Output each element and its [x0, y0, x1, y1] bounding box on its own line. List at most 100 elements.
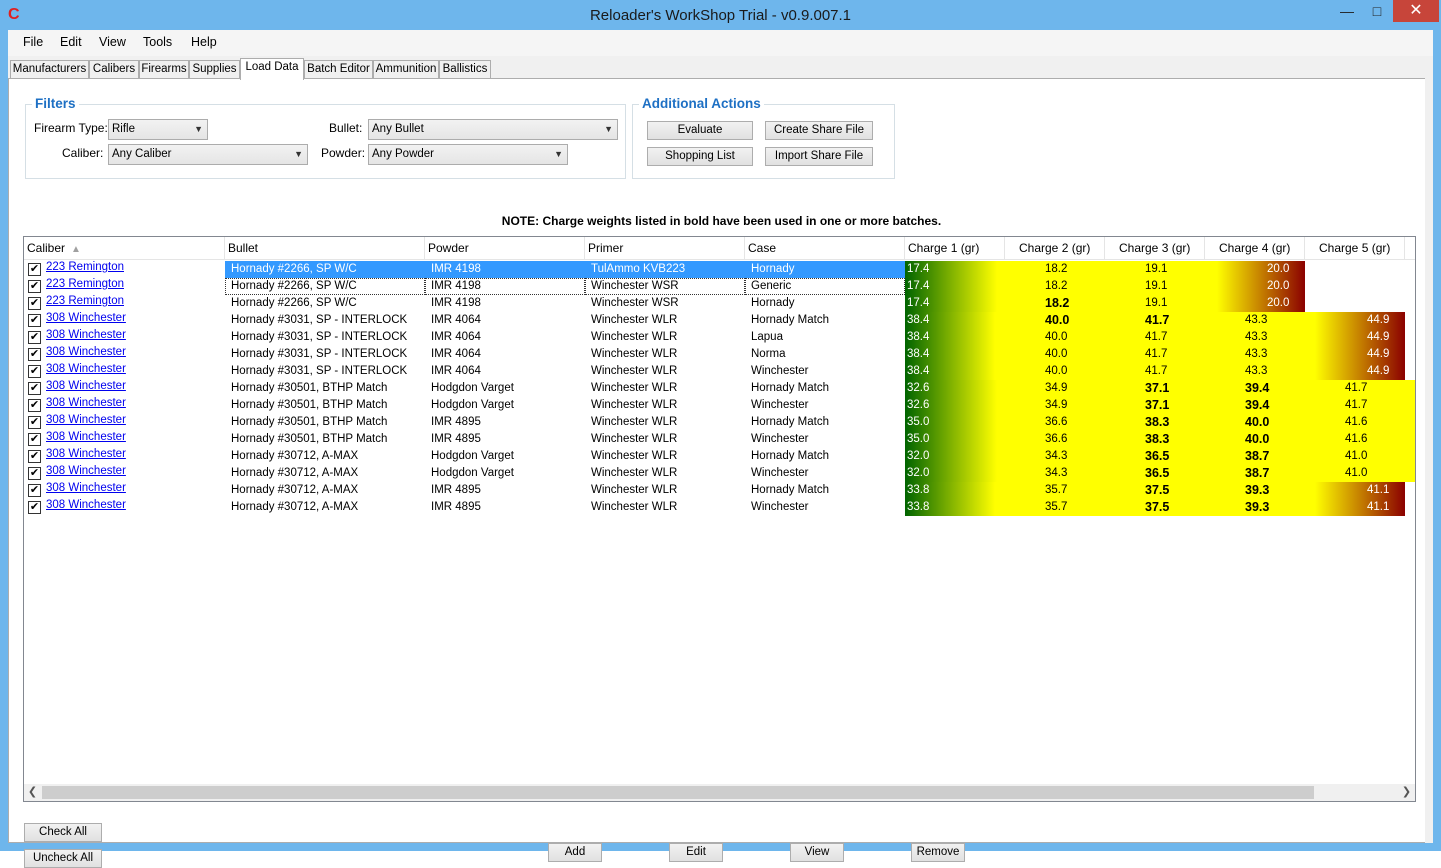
case-cell: Hornady Match	[751, 314, 829, 326]
column-header-primer[interactable]: Primer	[585, 237, 745, 260]
tab-batch-editor[interactable]: Batch Editor	[304, 60, 373, 79]
column-header-caliber[interactable]: Caliber ▲	[24, 237, 225, 260]
charge-gradient: 33.8 35.7 37.5 39.3 41.1	[905, 499, 1405, 516]
tab-load-data[interactable]: Load Data	[240, 58, 304, 80]
charge-4-value: 38.7	[1245, 466, 1270, 480]
row-checkbox[interactable]: ✔	[28, 331, 41, 344]
row-checkbox[interactable]: ✔	[28, 501, 41, 514]
shopping-list-button[interactable]: Shopping List	[647, 147, 753, 166]
caliber-link[interactable]: 223 Remington	[46, 295, 124, 310]
caliber-link[interactable]: 308 Winchester	[46, 312, 126, 327]
table-row[interactable]: ✔ 308 Winchester Hornady #30501, BTHP Matc…	[24, 397, 1415, 414]
tab-firearms[interactable]: Firearms	[139, 60, 189, 79]
charge-gradient: 35.0 36.6 38.3 40.0 41.6	[905, 414, 1415, 431]
table-row[interactable]: ✔ 308 Winchester Hornady #3031, SP - INTER…	[24, 312, 1405, 329]
caliber-link[interactable]: 308 Winchester	[46, 448, 126, 463]
table-row[interactable]: ✔ 308 Winchester Hornady #30501, BTHP Matc…	[24, 414, 1415, 431]
table-row[interactable]: ✔ 308 Winchester Hornady #30712, A-MAX Hodg…	[24, 465, 1415, 482]
remove-button[interactable]: Remove	[911, 843, 965, 862]
add-button[interactable]: Add	[548, 843, 602, 862]
menu-help[interactable]: Help	[191, 35, 217, 49]
caliber-link[interactable]: 308 Winchester	[46, 329, 126, 344]
load-data-grid[interactable]: Caliber ▲ Bullet Powder Primer Case Charg…	[23, 236, 1416, 802]
charge-3-value: 37.1	[1145, 381, 1170, 395]
column-header-charge-4[interactable]: Charge 4 (gr)	[1205, 237, 1305, 260]
scroll-right-icon[interactable]: ❯	[1398, 784, 1415, 801]
caliber-select[interactable]: Any Caliber ▼	[108, 144, 308, 165]
maximize-icon[interactable]: □	[1362, 0, 1392, 22]
table-row[interactable]: ✔ 308 Winchester Hornady #30712, A-MAX IMR …	[24, 482, 1405, 499]
horizontal-scrollbar[interactable]: ❮ ❯	[24, 784, 1415, 801]
row-checkbox[interactable]: ✔	[28, 280, 41, 293]
table-row[interactable]: ✔ 308 Winchester Hornady #30501, BTHP Matc…	[24, 380, 1415, 397]
powder-cell: Hodgdon Varget	[431, 467, 514, 479]
minimize-icon[interactable]: —	[1332, 0, 1362, 22]
row-checkbox[interactable]: ✔	[28, 314, 41, 327]
tab-calibers[interactable]: Calibers	[89, 60, 139, 79]
tab-manufacturers[interactable]: Manufacturers	[10, 60, 89, 79]
caliber-link[interactable]: 308 Winchester	[46, 499, 126, 514]
firearm-type-select[interactable]: Rifle ▼	[108, 119, 208, 140]
column-header-bullet[interactable]: Bullet	[225, 237, 425, 260]
powder-select[interactable]: Any Powder ▼	[368, 144, 568, 165]
row-checkbox[interactable]: ✔	[28, 450, 41, 463]
column-header-charge-5[interactable]: Charge 5 (gr)	[1305, 237, 1405, 260]
menu-view[interactable]: View	[99, 35, 126, 49]
tab-supplies[interactable]: Supplies	[189, 60, 240, 79]
scroll-left-icon[interactable]: ❮	[24, 784, 41, 801]
charge-1-value: 38.4	[907, 348, 930, 360]
table-row[interactable]: ✔ 308 Winchester Hornady #3031, SP - INTER…	[24, 346, 1405, 363]
caliber-link[interactable]: 223 Remington	[46, 261, 124, 276]
row-checkbox[interactable]: ✔	[28, 399, 41, 412]
caliber-link[interactable]: 308 Winchester	[46, 482, 126, 497]
row-checkbox[interactable]: ✔	[28, 263, 41, 276]
check-all-button[interactable]: Check All	[24, 823, 102, 842]
row-checkbox[interactable]: ✔	[28, 297, 41, 310]
column-header-charge-1[interactable]: Charge 1 (gr)	[905, 237, 1005, 260]
caliber-link[interactable]: 308 Winchester	[46, 397, 126, 412]
caliber-link[interactable]: 308 Winchester	[46, 414, 126, 429]
edit-button[interactable]: Edit	[669, 843, 723, 862]
charge-gradient: 17.4 18.2 19.1 20.0	[905, 295, 1305, 312]
powder-cell: Hodgdon Varget	[431, 382, 514, 394]
caliber-link[interactable]: 308 Winchester	[46, 346, 126, 361]
menu-file[interactable]: File	[23, 35, 43, 49]
table-row[interactable]: ✔ 308 Winchester Hornady #30501, BTHP Matc…	[24, 431, 1415, 448]
table-row[interactable]: ✔ 223 Remington Hornady #2266, SP W/C IMR 4…	[24, 278, 1405, 295]
create-share-file-button[interactable]: Create Share File	[765, 121, 873, 140]
column-header-case[interactable]: Case	[745, 237, 905, 260]
table-row[interactable]: ✔ 308 Winchester Hornady #30712, A-MAX IMR …	[24, 499, 1405, 516]
table-row[interactable]: ✔ 308 Winchester Hornady #30712, A-MAX Hodg…	[24, 448, 1415, 465]
row-checkbox[interactable]: ✔	[28, 484, 41, 497]
caliber-link[interactable]: 308 Winchester	[46, 363, 126, 378]
row-checkbox[interactable]: ✔	[28, 365, 41, 378]
row-checkbox[interactable]: ✔	[28, 433, 41, 446]
caliber-link[interactable]: 308 Winchester	[46, 465, 126, 480]
view-button[interactable]: View	[790, 843, 844, 862]
close-icon[interactable]: ✕	[1393, 0, 1439, 22]
table-row[interactable]: ✔ 308 Winchester Hornady #3031, SP - INTER…	[24, 329, 1405, 346]
column-header-charge-2[interactable]: Charge 2 (gr)	[1005, 237, 1105, 260]
import-share-file-button[interactable]: Import Share File	[765, 147, 873, 166]
row-checkbox[interactable]: ✔	[28, 467, 41, 480]
caliber-link[interactable]: 223 Remington	[46, 278, 124, 293]
evaluate-button[interactable]: Evaluate	[647, 121, 753, 140]
table-row[interactable]: ✔ 223 Remington Hornady #2266, SP W/C IMR 4…	[24, 261, 1405, 278]
tab-ballistics[interactable]: Ballistics	[439, 60, 491, 79]
table-row[interactable]: ✔ 308 Winchester Hornady #3031, SP - INTER…	[24, 363, 1405, 380]
caliber-link[interactable]: 308 Winchester	[46, 431, 126, 446]
row-checkbox[interactable]: ✔	[28, 348, 41, 361]
bullet-select[interactable]: Any Bullet ▼	[368, 119, 618, 140]
menu-tools[interactable]: Tools	[143, 35, 172, 49]
title-bar[interactable]: C Reloader's WorkShop Trial - v0.9.007.1…	[0, 0, 1441, 30]
caliber-link[interactable]: 308 Winchester	[46, 380, 126, 395]
tab-ammunition[interactable]: Ammunition	[373, 60, 439, 79]
row-checkbox[interactable]: ✔	[28, 382, 41, 395]
uncheck-all-button[interactable]: Uncheck All	[24, 849, 102, 868]
table-row[interactable]: ✔ 223 Remington Hornady #2266, SP W/C IMR 4…	[24, 295, 1405, 312]
column-header-powder[interactable]: Powder	[425, 237, 585, 260]
row-checkbox[interactable]: ✔	[28, 416, 41, 429]
scrollbar-thumb[interactable]	[42, 786, 1314, 799]
menu-edit[interactable]: Edit	[60, 35, 82, 49]
column-header-charge-3[interactable]: Charge 3 (gr)	[1105, 237, 1205, 260]
